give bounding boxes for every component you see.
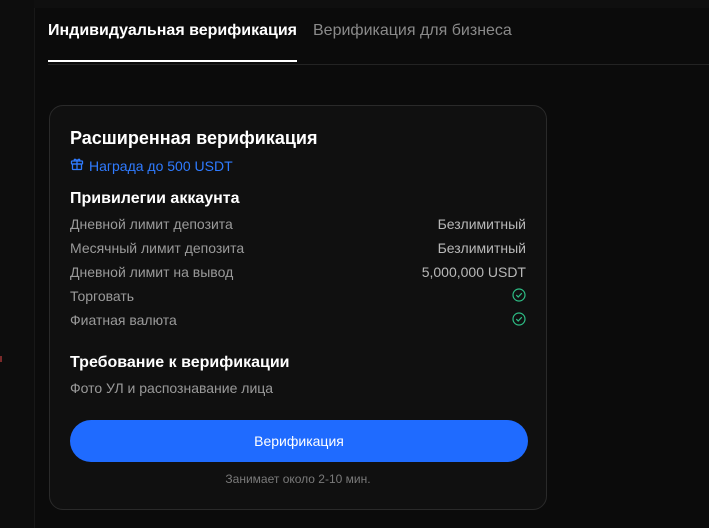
privilege-row: Дневной лимит депозита Безлимитный [70, 214, 526, 234]
reward-text: Награда до 500 USDT [89, 157, 233, 174]
advanced-verification-card: Расширенная верификация Награда до 500 U… [49, 105, 547, 510]
privilege-label: Торговать [70, 288, 135, 304]
verification-button[interactable]: Верификация [70, 420, 528, 462]
privilege-label: Фиатная валюта [70, 312, 177, 328]
duration-note: Занимает около 2-10 мин. [225, 472, 371, 486]
privilege-row: Месячный лимит депозита Безлимитный [70, 238, 526, 258]
requirement-heading: Требование к верификации [70, 354, 290, 371]
card-title: Расширенная верификация [70, 128, 318, 148]
tab-business-verification[interactable]: Верификация для бизнеса [313, 22, 512, 61]
check-circle-icon [512, 311, 526, 329]
privilege-label: Дневной лимит депозита [70, 216, 233, 232]
privilege-value: 5,000,000 USDT [421, 264, 526, 280]
privilege-label: Месячный лимит депозита [70, 240, 245, 256]
check-circle-icon [512, 287, 526, 305]
reward-badge: Награда до 500 USDT [70, 157, 233, 174]
privilege-value: Безлимитный [437, 240, 526, 256]
left-rail [0, 0, 35, 528]
privilege-row: Фиатная валюта [70, 310, 526, 330]
requirement-description: Фото УЛ и распознавание лица [70, 380, 274, 396]
gift-icon [70, 157, 84, 174]
privileges-heading: Привилегии аккаунта [70, 190, 240, 207]
privilege-row: Торговать [70, 286, 526, 306]
privilege-row: Дневной лимит на вывод 5,000,000 USDT [70, 262, 526, 282]
verification-tabs: Индивидуальная верификация Верификация д… [48, 0, 709, 65]
tab-individual-verification[interactable]: Индивидуальная верификация [48, 22, 297, 62]
privilege-label: Дневной лимит на вывод [70, 264, 234, 280]
rail-marker [0, 356, 2, 362]
privilege-value: Безлимитный [437, 216, 526, 232]
